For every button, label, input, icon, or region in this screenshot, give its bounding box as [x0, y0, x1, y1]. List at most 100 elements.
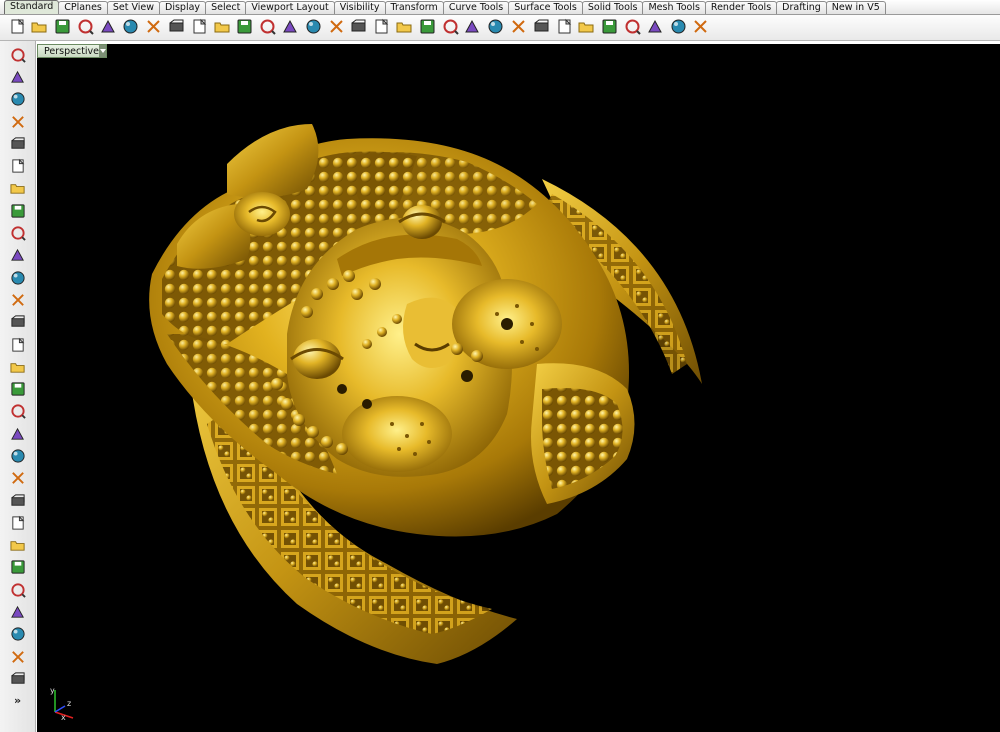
hide-eye-button[interactable]	[394, 17, 416, 39]
zoom-extents-button[interactable]	[280, 17, 302, 39]
circle-icon	[10, 136, 26, 155]
material-sphere-button[interactable]	[599, 17, 621, 39]
boolean-button[interactable]	[7, 424, 29, 446]
sweep-button[interactable]	[7, 402, 29, 424]
block-button[interactable]	[7, 669, 29, 691]
layer-icon	[487, 18, 504, 38]
tab-new-in-v5[interactable]: New in V5	[825, 1, 886, 14]
new-file-button[interactable]	[6, 17, 28, 39]
pan-hand-button[interactable]	[188, 17, 210, 39]
cylinder-icon	[9, 359, 26, 378]
split-button[interactable]	[7, 513, 29, 535]
tab-visibility[interactable]: Visibility	[333, 1, 386, 14]
join-button[interactable]	[7, 536, 29, 558]
fillet-button[interactable]	[7, 246, 29, 268]
move-cross-button[interactable]	[211, 17, 233, 39]
render-sphere-button[interactable]	[553, 17, 575, 39]
cplane-red-button[interactable]	[371, 17, 393, 39]
show-objects-icon	[419, 18, 436, 38]
sphere-button[interactable]	[7, 335, 29, 357]
arc-button[interactable]	[7, 179, 29, 201]
extrude-button[interactable]	[7, 290, 29, 312]
tab-standard[interactable]: Standard	[4, 0, 60, 14]
box-solid-button[interactable]	[7, 313, 29, 335]
properties-button[interactable]	[508, 17, 530, 39]
trim-button[interactable]	[7, 491, 29, 513]
zoom-window-button[interactable]	[257, 17, 279, 39]
layer-button[interactable]	[485, 17, 507, 39]
trim-icon	[10, 493, 26, 512]
more-tools-chevron-icon[interactable]: »	[14, 694, 21, 707]
ellipse-button[interactable]	[7, 156, 29, 178]
print-button[interactable]	[74, 17, 96, 39]
cylinder-button[interactable]	[7, 357, 29, 379]
tab-mesh-tools[interactable]: Mesh Tools	[642, 1, 706, 14]
select-arrow-button[interactable]	[7, 45, 29, 67]
viewport-title-tab[interactable]: Perspective	[37, 44, 107, 58]
save-button[interactable]	[52, 17, 74, 39]
gold-lion-ring-model	[149, 124, 702, 664]
surface-from-points-button[interactable]	[7, 268, 29, 290]
sphere-icon	[10, 337, 26, 356]
cut-icon	[100, 18, 117, 38]
tab-render-tools[interactable]: Render Tools	[704, 1, 778, 14]
cplane-red-icon	[373, 18, 390, 38]
point-button[interactable]	[7, 67, 29, 89]
help-button[interactable]	[690, 17, 712, 39]
tab-cplanes[interactable]: CPlanes	[58, 1, 108, 14]
axis-label-y: y	[50, 686, 55, 695]
gear-settings-button[interactable]	[644, 17, 666, 39]
cut-button[interactable]	[97, 17, 119, 39]
rectangle-button[interactable]	[7, 201, 29, 223]
light-bulb-button[interactable]	[462, 17, 484, 39]
polygon-button[interactable]	[7, 223, 29, 245]
undo-button[interactable]	[166, 17, 188, 39]
viewport-title: Perspective	[44, 45, 100, 57]
zoom-button[interactable]	[234, 17, 256, 39]
snap-grid-icon	[670, 18, 687, 38]
tab-select[interactable]: Select	[205, 1, 247, 14]
tab-curve-tools[interactable]: Curve Tools	[442, 1, 510, 14]
polyline-button[interactable]	[7, 90, 29, 112]
tab-viewport-layout[interactable]: Viewport Layout	[245, 1, 335, 14]
curve-button[interactable]	[7, 112, 29, 134]
polyline-icon	[10, 91, 26, 110]
paste-button[interactable]	[143, 17, 165, 39]
group-button[interactable]	[7, 625, 29, 647]
boolean-icon	[10, 426, 26, 445]
show-objects-button[interactable]	[416, 17, 438, 39]
split-icon	[10, 515, 26, 534]
perspective-viewport[interactable]: Perspective y z x	[37, 44, 1000, 732]
mesh-button[interactable]	[7, 446, 29, 468]
array-button[interactable]	[7, 602, 29, 624]
box-solid-icon	[10, 314, 26, 333]
rotate-view-button[interactable]	[325, 17, 347, 39]
tab-drafting[interactable]: Drafting	[776, 1, 827, 14]
lock-button[interactable]	[439, 17, 461, 39]
options-button[interactable]	[622, 17, 644, 39]
open-folder-button[interactable]	[29, 17, 51, 39]
zoom-selected-button[interactable]	[302, 17, 324, 39]
four-viewports-icon	[350, 18, 367, 38]
snap-grid-button[interactable]	[667, 17, 689, 39]
offset-button[interactable]	[7, 558, 29, 580]
tab-transform[interactable]: Transform	[384, 1, 444, 14]
viewport-menu-dropdown-icon[interactable]	[99, 45, 106, 57]
four-viewports-button[interactable]	[348, 17, 370, 39]
toolbar-tab-strip: Standard CPlanes Set View Display Select View…	[0, 0, 1000, 15]
planar-surface-button[interactable]	[7, 379, 29, 401]
hide-eye-icon	[396, 18, 413, 38]
open-folder-icon	[31, 18, 48, 38]
tab-solid-tools[interactable]: Solid Tools	[581, 1, 644, 14]
tab-set-view[interactable]: Set View	[106, 1, 161, 14]
mirror-button[interactable]	[7, 647, 29, 669]
dimension-button[interactable]	[7, 469, 29, 491]
tab-surface-tools[interactable]: Surface Tools	[508, 1, 583, 14]
text-button[interactable]	[7, 580, 29, 602]
tab-display[interactable]: Display	[159, 1, 207, 14]
curve-icon	[10, 114, 26, 133]
circle-button[interactable]	[7, 134, 29, 156]
color-wheel-button[interactable]	[530, 17, 552, 39]
copy-button[interactable]	[120, 17, 142, 39]
environment-sphere-button[interactable]	[576, 17, 598, 39]
